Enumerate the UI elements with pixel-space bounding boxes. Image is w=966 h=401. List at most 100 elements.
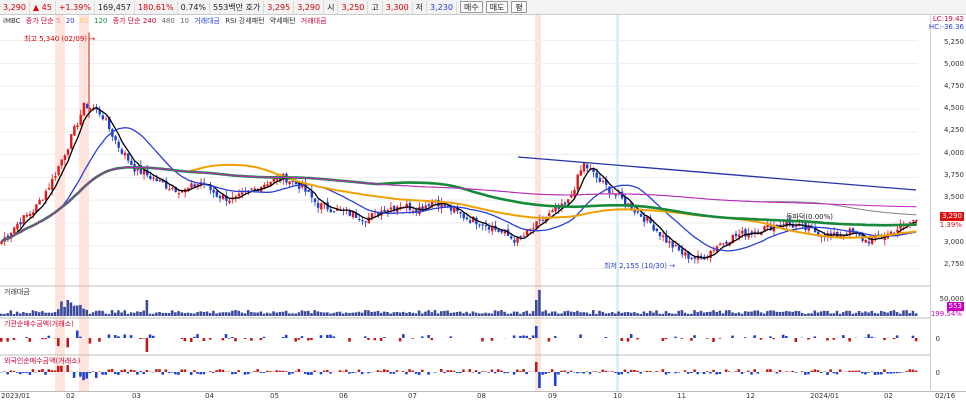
institution-bar [326,334,329,338]
candle-body [54,176,57,178]
foreign-bar [481,371,484,372]
volume-bar [895,312,899,316]
institution-bar [411,338,415,339]
candle-body [120,149,124,154]
volume-bar [91,312,95,316]
foreign-bar [648,371,652,372]
volume-bar [753,310,756,316]
volume-bar [829,313,832,316]
foreign-bar [810,370,813,372]
current-price-box: 3,290 [939,212,964,221]
foreign-bar [180,369,183,372]
candle-body [329,209,332,213]
foreign-bar [446,370,449,372]
foreign-bar [386,370,389,372]
institution-bar [189,338,193,342]
foreign-bar [262,372,266,373]
institution-bar [528,338,532,340]
x-tick: 08 [477,392,486,400]
volume-bar [848,310,851,316]
institution-bar [196,334,199,338]
foreign-bar [202,372,206,375]
foreign-bar [379,371,383,372]
buy-button[interactable]: 매수 [459,1,483,13]
foreign-bar [351,372,354,374]
candle-body [658,232,662,237]
moving-averages [0,106,917,259]
candle-body [193,184,196,187]
volume-bar [224,312,228,316]
time-axis[interactable]: 2023/01 02 03 04 05 06 07 08 09 10 11 12… [0,391,966,401]
foreign-bar [433,372,437,373]
sell-button[interactable]: 매도 [485,1,509,13]
foreign-bar [402,371,405,372]
volume-bar [357,311,361,316]
candle-body [567,199,570,203]
volume-bar [588,313,592,316]
volume-panel-title: 거래대금 [4,288,30,296]
volume-bar [376,310,380,316]
institution-bar [674,336,677,338]
institution-bar [98,338,101,342]
volume-bar [250,312,253,316]
candle-body [532,228,535,230]
foreign-bar [623,369,627,372]
y-tick: 4,250 [943,126,964,134]
candle-body [215,191,219,197]
candle-body [76,125,79,128]
volume-bar [892,310,896,316]
volume-bar [724,310,728,316]
institution-bar [281,336,285,338]
institution-bar [664,338,668,340]
institution-bar [383,337,386,338]
price-axis[interactable]: LC:19.42 HC:-36.36 5,250 5,000 4,750 4,5… [929,15,966,390]
volume-bar [332,312,335,316]
volume-bar [88,313,92,316]
volume-bar [601,311,605,316]
volume-bar [430,312,434,316]
institution-bar [813,336,817,338]
foreign-bar [383,369,386,372]
volume-bar [3,313,6,316]
institution-bar [373,338,377,341]
candlestick-chart[interactable] [0,15,930,391]
candle-body [253,188,257,190]
institution-bar [731,335,734,338]
volume-bar [769,310,772,316]
candle-body [563,202,567,205]
foreign-bar [544,372,548,374]
volume-bar [835,310,839,316]
volume-bar [652,312,655,316]
volume-bar [487,313,491,316]
foreign-bar [728,371,731,372]
institution-bar [531,335,535,338]
volume-bar [443,310,446,316]
foreign-bar [142,372,146,375]
x-tick: 2023/01 [1,392,31,400]
foreign-bar [683,370,687,372]
institution-bar [870,336,874,338]
volume-bar [281,311,285,316]
foreign-bar [167,372,171,374]
foreign-bar [737,369,741,372]
volume-bar [702,312,706,316]
candle-body [73,126,76,136]
volume-bar [288,313,291,316]
volume-bar [6,313,9,316]
foreign-bar [677,372,680,373]
foreign-bar [826,372,829,375]
y-tick: 2,750 [943,260,964,268]
volume-bar [218,312,221,316]
candle-body [684,252,687,256]
volume-bar [867,312,870,316]
volume-bar [477,313,481,316]
volume-bar [398,312,402,316]
foreign-bar [28,372,32,375]
foreign-bar [389,372,392,374]
foreign-bar [512,372,516,375]
candle-body [601,180,605,182]
volume-bar [367,310,370,316]
flat-button[interactable]: 평 [511,1,527,13]
institution-bar [148,334,152,338]
candle-body [481,224,484,226]
